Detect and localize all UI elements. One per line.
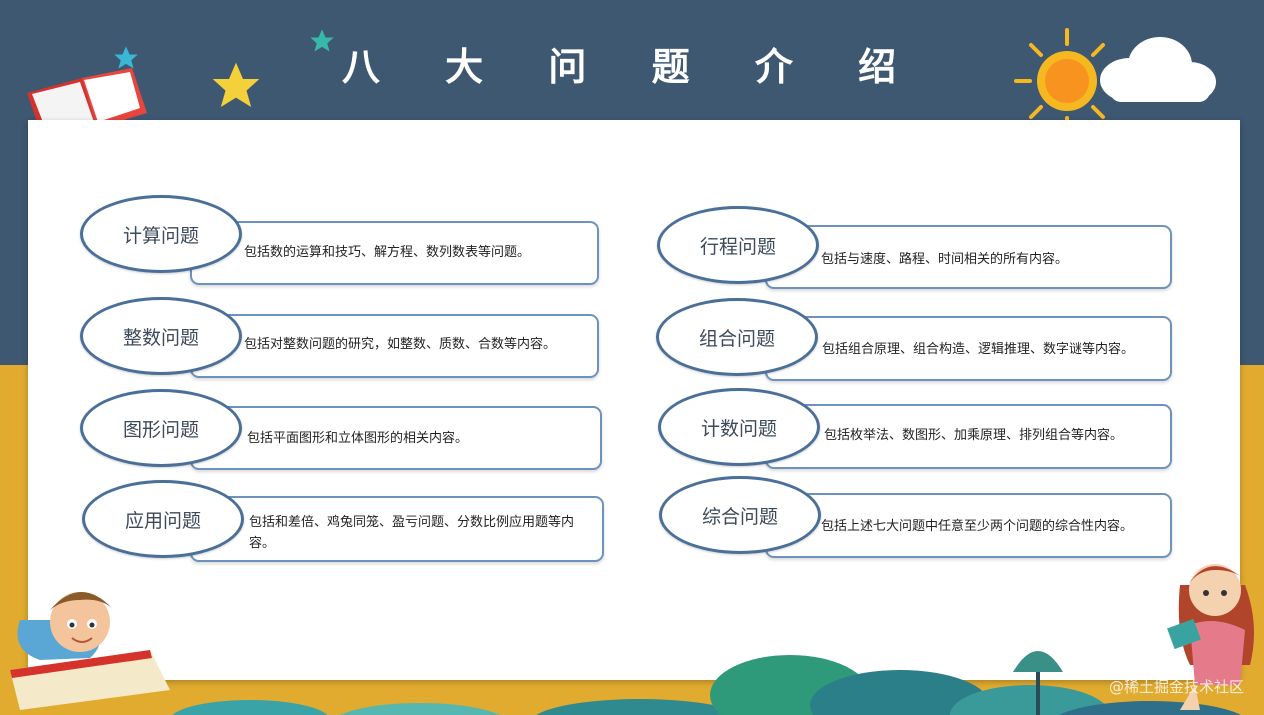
topic-label: 整数问题 bbox=[80, 297, 242, 375]
topic-label: 计算问题 bbox=[80, 195, 242, 273]
boy-illustration bbox=[10, 591, 170, 710]
topic-description: 包括数的运算和技巧、解方程、数列数表等问题。 bbox=[244, 245, 531, 260]
topic-description: 包括组合原理、组合构造、逻辑推理、数字谜等内容。 bbox=[822, 342, 1135, 357]
topic-label: 应用问题 bbox=[82, 480, 244, 558]
topic-label: 组合问题 bbox=[656, 298, 818, 376]
hills-decoration bbox=[172, 655, 1241, 715]
page-title: 八 大 问 题 介 绍 bbox=[341, 44, 923, 89]
topic-description: 包括与速度、路程、时间相关的所有内容。 bbox=[821, 252, 1069, 267]
watermark: @稀土掘金技术社区 bbox=[1108, 678, 1244, 696]
tree-icon bbox=[1013, 651, 1063, 715]
topic-description: 包括对整数问题的研究，如整数、质数、合数等内容。 bbox=[244, 337, 557, 352]
topic-label: 图形问题 bbox=[80, 389, 242, 467]
topic-label: 行程问题 bbox=[657, 206, 819, 284]
topic-description: 包括上述七大问题中任意至少两个问题的综合性内容。 bbox=[821, 519, 1134, 534]
topic-description: 包括枚举法、数图形、加乘原理、排列组合等内容。 bbox=[824, 428, 1124, 443]
topic-description: 包括平面图形和立体图形的相关内容。 bbox=[247, 431, 469, 446]
topic-label: 综合问题 bbox=[659, 476, 821, 554]
topic-description: 包括和差倍、鸡兔同笼、盈亏问题、分数比例应用题等内容。 bbox=[249, 515, 575, 551]
topic-label: 计数问题 bbox=[658, 388, 820, 466]
